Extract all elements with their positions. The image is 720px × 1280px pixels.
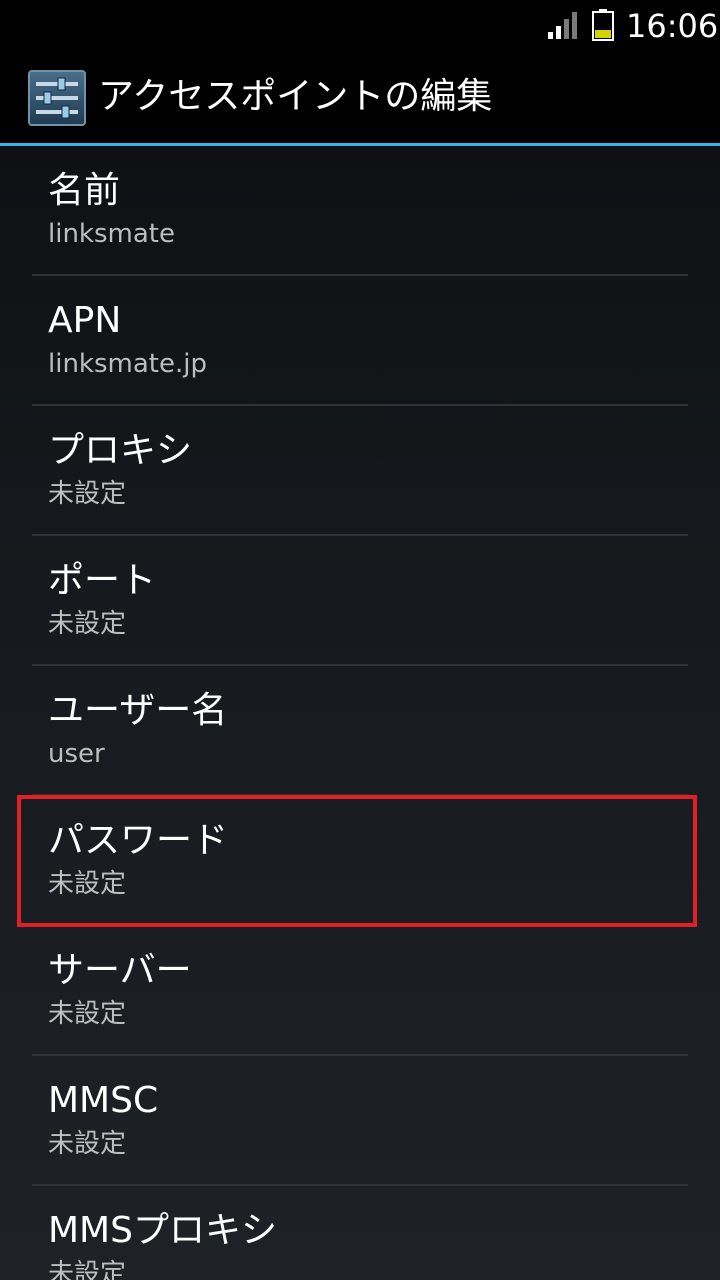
- pref-summary: user: [48, 739, 105, 769]
- pref-title: 名前: [48, 170, 121, 211]
- pref-item-server[interactable]: サーバー 未設定: [0, 926, 720, 1056]
- pref-item-username[interactable]: ユーザー名 user: [0, 666, 720, 796]
- pref-title: ユーザー名: [48, 690, 228, 731]
- battery-icon: [592, 9, 614, 41]
- pref-summary: 未設定: [48, 869, 127, 899]
- apn-settings-list: 名前 linksmate APN linksmate.jp プロキシ 未設定 ポ…: [0, 146, 720, 1280]
- pref-item-mms-proxy[interactable]: MMSプロキシ 未設定: [0, 1186, 720, 1280]
- pref-title: MMSプロキシ: [48, 1210, 277, 1251]
- pref-summary: 未設定: [48, 609, 127, 639]
- pref-title: MMSC: [48, 1080, 159, 1121]
- pref-title: APN: [48, 300, 122, 341]
- pref-summary: 未設定: [48, 479, 127, 509]
- pref-title: プロキシ: [48, 430, 193, 471]
- pref-title: サーバー: [48, 950, 192, 991]
- pref-summary: 未設定: [48, 1129, 127, 1159]
- signal-icon: [548, 12, 577, 39]
- page-title: アクセスポイントの編集: [98, 76, 493, 117]
- pref-summary: 未設定: [48, 999, 127, 1029]
- pref-summary: linksmate: [48, 219, 175, 249]
- pref-summary: 未設定: [48, 1259, 127, 1280]
- action-bar: アクセスポイントの編集: [0, 50, 720, 143]
- pref-item-name[interactable]: 名前 linksmate: [0, 146, 720, 276]
- status-bar: 16:06: [0, 0, 720, 50]
- pref-item-mmsc[interactable]: MMSC 未設定: [0, 1056, 720, 1186]
- pref-item-proxy[interactable]: プロキシ 未設定: [0, 406, 720, 536]
- pref-summary: linksmate.jp: [48, 349, 207, 379]
- pref-item-port[interactable]: ポート 未設定: [0, 536, 720, 666]
- screen: 16:06 アクセスポイントの編集 名前 linksmate APN links…: [0, 0, 720, 1280]
- pref-title: パスワード: [48, 820, 229, 861]
- pref-title: ポート: [48, 560, 157, 601]
- pref-item-password[interactable]: パスワード 未設定: [0, 796, 720, 926]
- status-clock: 16:06: [626, 7, 719, 45]
- pref-item-apn[interactable]: APN linksmate.jp: [0, 276, 720, 406]
- settings-sliders-icon[interactable]: [28, 70, 86, 126]
